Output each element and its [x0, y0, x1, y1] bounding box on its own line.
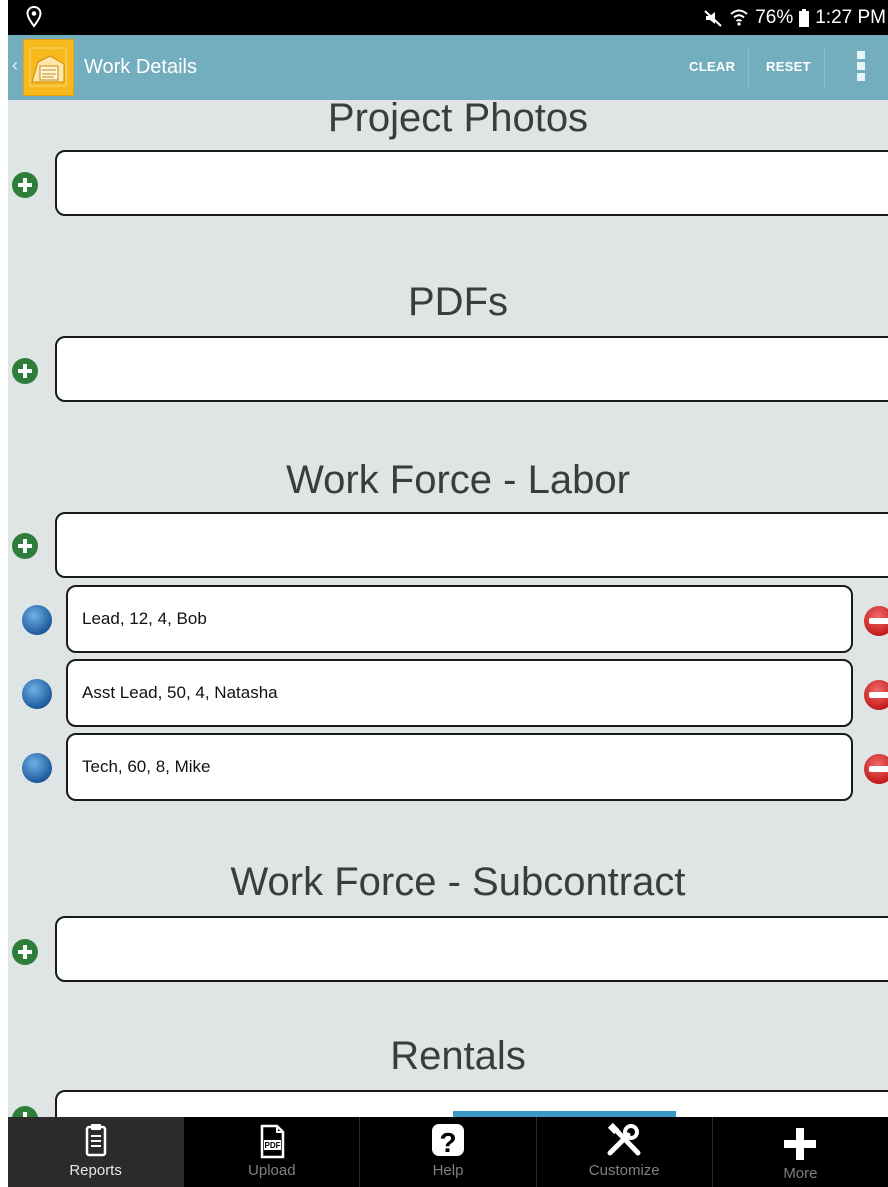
- remove-icon[interactable]: [864, 606, 888, 636]
- tab-label: More: [783, 1165, 818, 1182]
- tools-icon: [607, 1123, 641, 1156]
- tab-label: Help: [432, 1162, 464, 1179]
- add-rental-button-icon[interactable]: [12, 1106, 38, 1117]
- tab-reports[interactable]: Reports: [8, 1117, 185, 1187]
- section-title-project-photos: Project Photos: [327, 100, 589, 140]
- pdfs-field[interactable]: [55, 336, 888, 402]
- tab-customize[interactable]: Customize: [537, 1117, 713, 1187]
- work-force-labor-field[interactable]: [55, 512, 888, 578]
- location-icon: [26, 6, 42, 28]
- battery-icon: [799, 9, 810, 27]
- tab-label: Reports: [69, 1162, 122, 1179]
- labor-row-text: Tech, 60, 8, Mike: [82, 757, 211, 776]
- edit-icon[interactable]: [22, 679, 52, 709]
- section-title-work-force-subcontract: Work Force - Subcontract: [230, 860, 686, 904]
- overflow-menu-icon[interactable]: [856, 50, 866, 82]
- tab-upload[interactable]: PDF Upload: [184, 1117, 361, 1187]
- edit-icon[interactable]: [22, 605, 52, 635]
- project-photos-field[interactable]: [55, 150, 888, 216]
- status-bar: 76% 1:27 PM: [8, 0, 888, 35]
- page-title: Work Details: [84, 56, 197, 78]
- reset-button[interactable]: RESET: [766, 59, 811, 74]
- back-icon[interactable]: ‹: [12, 55, 18, 76]
- edit-icon[interactable]: [22, 753, 52, 783]
- tab-label: Upload: [248, 1162, 296, 1179]
- bottom-nav: Reports PDF Upload ? Help Customize More: [8, 1117, 888, 1187]
- add-labor-button-icon[interactable]: [12, 533, 38, 559]
- app-logo-icon[interactable]: [23, 39, 74, 96]
- tab-help[interactable]: ? Help: [360, 1117, 537, 1187]
- labor-row-1[interactable]: Lead, 12, 4, Bob: [66, 585, 853, 653]
- work-force-subcontract-field[interactable]: [55, 916, 888, 982]
- tab-more[interactable]: More: [713, 1117, 888, 1187]
- mute-icon: [704, 10, 722, 27]
- svg-text:?: ?: [439, 1127, 456, 1158]
- svg-text:PDF: PDF: [264, 1141, 280, 1150]
- plus-icon: [784, 1128, 817, 1160]
- remove-icon[interactable]: [864, 680, 888, 710]
- clear-button[interactable]: CLEAR: [689, 59, 735, 74]
- divider: [748, 47, 749, 87]
- battery-percent: 76%: [755, 7, 794, 28]
- labor-row-2[interactable]: Asst Lead, 50, 4, Natasha: [66, 659, 853, 727]
- clock: 1:27 PM: [815, 7, 886, 28]
- tab-label: Customize: [588, 1162, 660, 1179]
- clipboard-icon: [85, 1124, 106, 1157]
- wifi-icon: [730, 9, 748, 26]
- work-details-form[interactable]: Project Photos PDFs Work Force - Labor L…: [8, 100, 888, 1117]
- add-subcontract-button-icon[interactable]: [12, 939, 38, 965]
- section-title-pdfs: PDFs: [408, 280, 508, 324]
- divider: [824, 47, 825, 87]
- remove-icon[interactable]: [864, 754, 888, 784]
- help-icon: ?: [432, 1124, 464, 1158]
- labor-row-text: Lead, 12, 4, Bob: [82, 609, 207, 628]
- section-title-rentals: Rentals: [390, 1034, 526, 1078]
- pdf-icon: PDF: [260, 1124, 285, 1159]
- section-title-work-force-labor: Work Force - Labor: [286, 458, 630, 502]
- add-pdf-button-icon[interactable]: [12, 358, 38, 384]
- action-bar: ‹ Work Details CLEAR RESET: [8, 35, 888, 100]
- labor-row-3[interactable]: Tech, 60, 8, Mike: [66, 733, 853, 801]
- labor-row-text: Asst Lead, 50, 4, Natasha: [82, 683, 278, 702]
- add-photo-button-icon[interactable]: [12, 172, 38, 198]
